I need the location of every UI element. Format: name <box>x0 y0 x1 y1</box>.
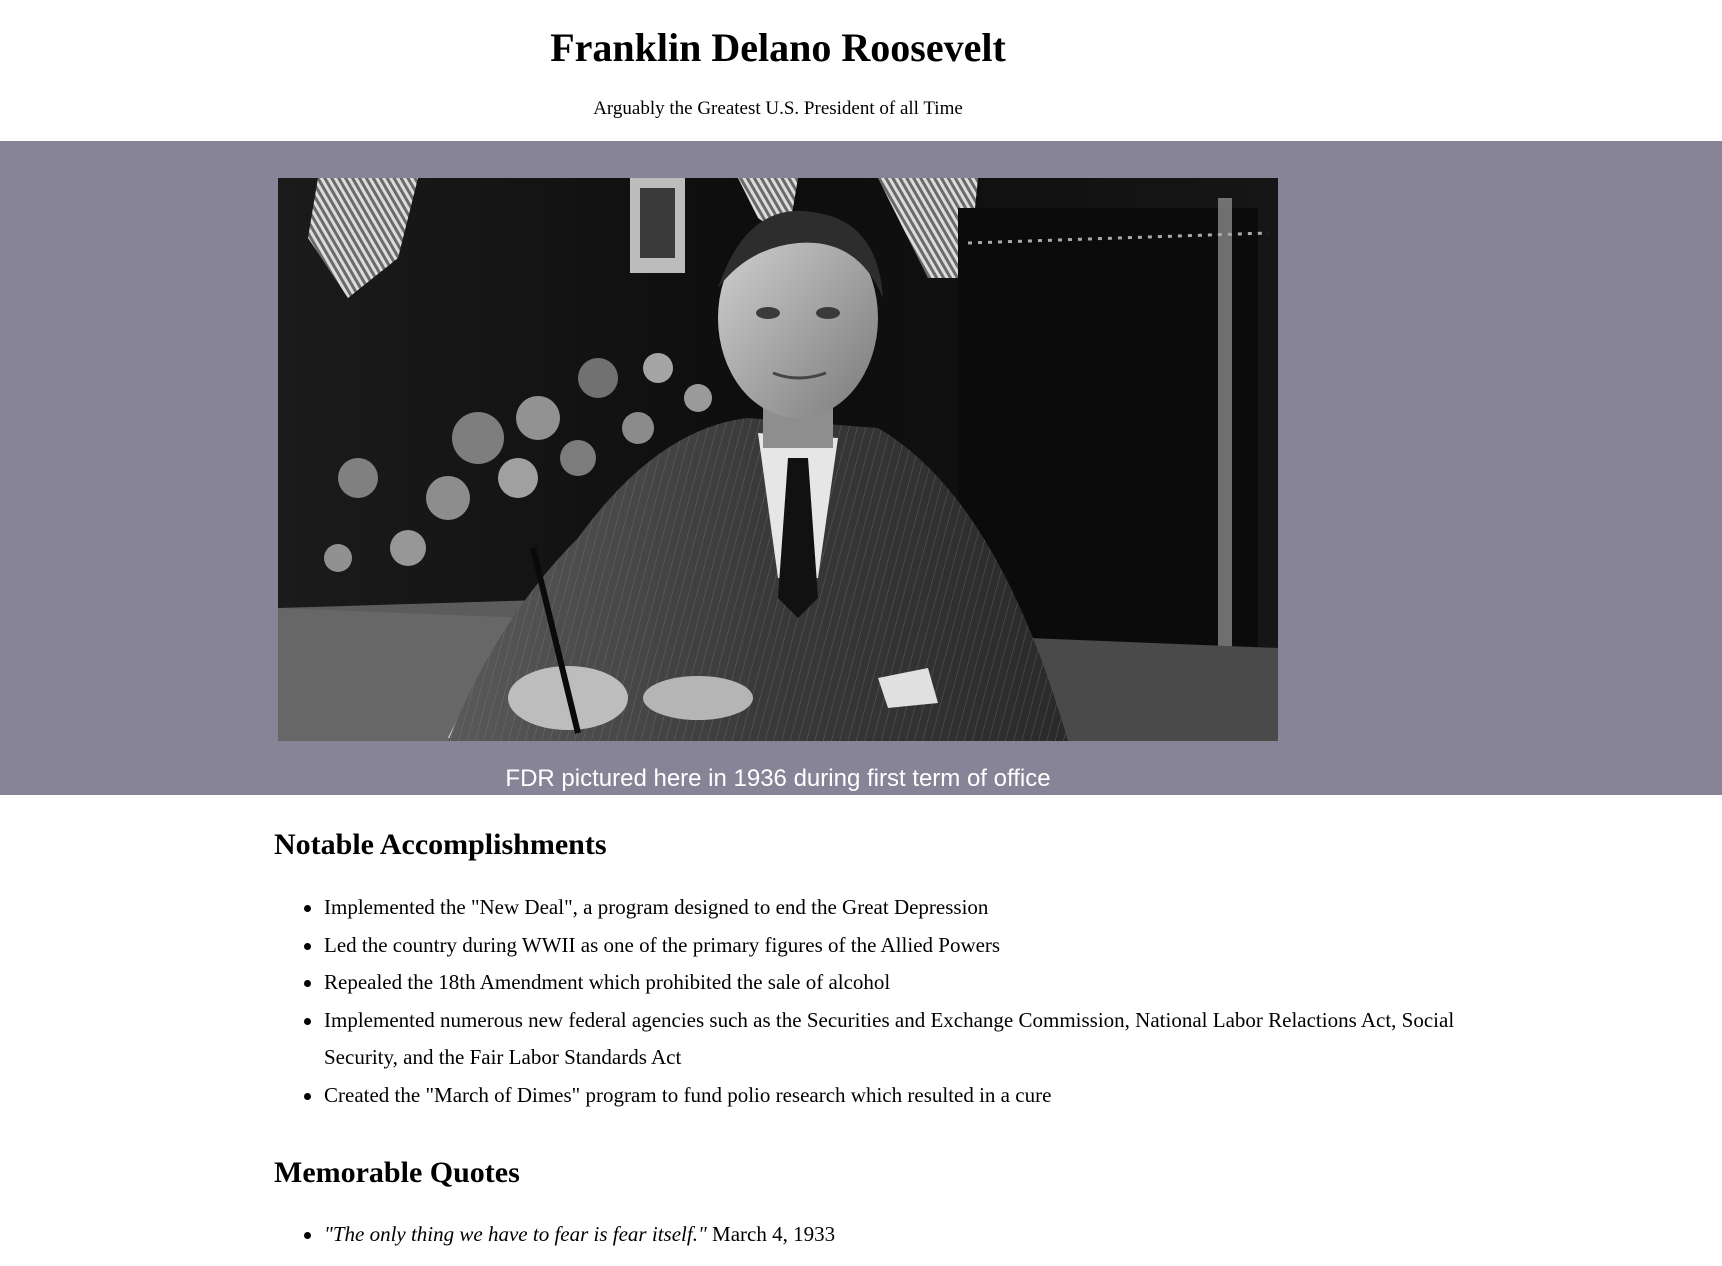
photo-caption: FDR pictured here in 1936 during first t… <box>505 765 1051 792</box>
page-subtitle: Arguably the Greatest U.S. President of … <box>593 98 963 119</box>
accomplishment-item: Created the "March of Dimes" program to … <box>274 1077 1504 1115</box>
quotes-section: Memorable Quotes <box>274 1114 1504 1193</box>
hero-image-band: FDR pictured here in 1936 during first t… <box>0 141 1722 795</box>
accomplishment-item: Implemented the "New Deal", a program de… <box>274 889 1504 927</box>
quote-date: March 4, 1933 <box>706 1222 836 1246</box>
accomplishment-item: Led the country during WWII as one of th… <box>274 927 1504 965</box>
quotes-list: "The only thing we have to fear is fear … <box>274 1216 1504 1254</box>
accomplishment-item: Repealed the 18th Amendment which prohib… <box>274 964 1504 1002</box>
quotes-heading: Memorable Quotes <box>274 1156 520 1189</box>
accomplishment-item: Implemented numerous new federal agencie… <box>274 1002 1504 1077</box>
accomplishments-list: Implemented the "New Deal", a program de… <box>274 889 1504 1114</box>
page-header: Franklin Delano Roosevelt Arguably the G… <box>0 0 1722 141</box>
quote-text: "The only thing we have to fear is fear … <box>324 1222 707 1246</box>
page-title: Franklin Delano Roosevelt <box>550 25 1006 70</box>
fdr-photo <box>278 178 1278 741</box>
main-content: Notable Accomplishments Implemented the … <box>0 795 1504 1254</box>
quote-item: "The only thing we have to fear is fear … <box>274 1216 1504 1254</box>
accomplishments-heading: Notable Accomplishments <box>274 828 607 861</box>
